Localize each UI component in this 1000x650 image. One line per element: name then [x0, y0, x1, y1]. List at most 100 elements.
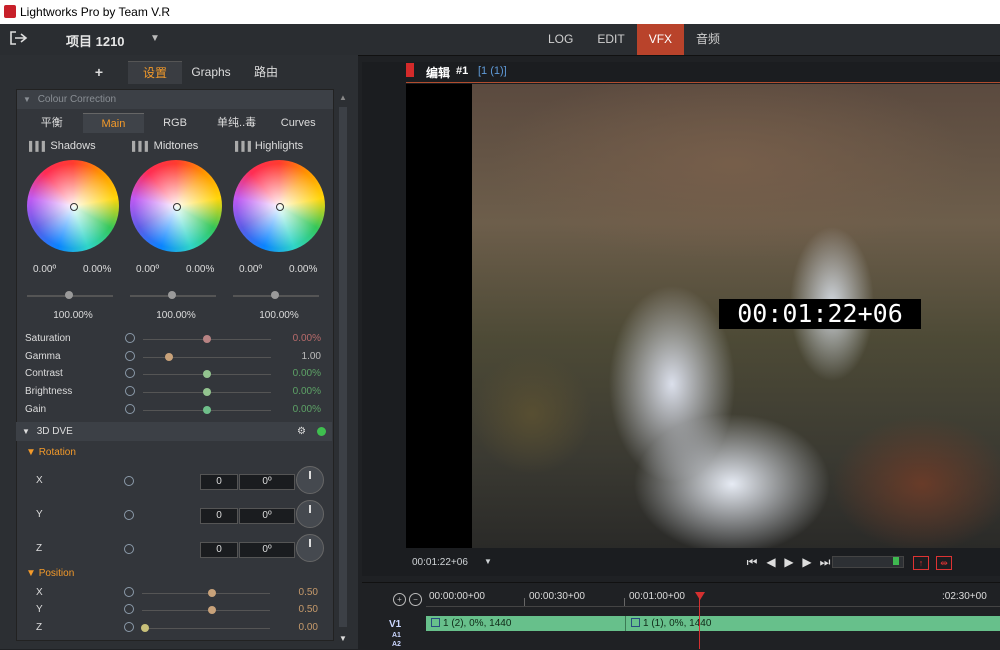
chevron-down-icon[interactable]: ▼ — [150, 33, 160, 44]
gamma-knob[interactable] — [164, 353, 173, 361]
scrollbar-thumb[interactable] — [339, 107, 347, 627]
wheel-handle[interactable] — [70, 203, 78, 211]
rotation-section-label[interactable]: ▼ Rotation — [26, 447, 76, 458]
add-effect-button[interactable]: + — [84, 61, 114, 83]
enable-indicator-icon[interactable] — [317, 427, 326, 436]
zoom-in-icon[interactable]: + — [393, 593, 406, 606]
position-y-knob[interactable] — [208, 606, 217, 614]
reset-icon[interactable] — [125, 386, 135, 396]
play-icon[interactable]: ▶ — [782, 555, 796, 569]
saturation-knob[interactable] — [203, 335, 211, 343]
rotation-x-turns[interactable]: 0 — [200, 474, 238, 490]
scroll-up-icon[interactable]: ▲ — [339, 93, 347, 102]
subtab-curves[interactable]: Curves — [267, 113, 329, 133]
subtab-main[interactable]: Main — [82, 113, 145, 133]
effects-panel: + 设置 Graphs 路由 ▼ Colour Correction 平衡 Ma… — [0, 55, 358, 649]
timeline-clip[interactable]: 1 (1), 0%, 1440 — [626, 616, 1000, 631]
reset-icon[interactable] — [124, 604, 134, 614]
subtab-rgb[interactable]: RGB — [144, 113, 206, 133]
collapse-arrow-icon[interactable]: ▼ — [23, 95, 31, 104]
collapse-arrow-icon[interactable]: ▼ — [22, 427, 30, 436]
timeline-clip[interactable]: 1 (2), 0%, 1440 — [426, 616, 626, 631]
chevron-down-icon[interactable]: ▼ — [484, 557, 492, 566]
wheel-handle[interactable] — [276, 203, 284, 211]
rotation-z-dial[interactable] — [296, 534, 324, 562]
clip-icon — [631, 618, 640, 627]
rotation-z-turns[interactable]: 0 — [200, 542, 238, 558]
dve-header[interactable]: ▼ 3D DVE ⚙ — [16, 422, 332, 441]
playhead-marker-icon[interactable] — [695, 592, 705, 600]
tab-graphs[interactable]: Graphs — [186, 61, 236, 83]
colour-correction-header[interactable]: ▼ Colour Correction — [17, 90, 333, 109]
axis-label: Z — [36, 543, 43, 554]
brightness-knob[interactable] — [203, 388, 211, 396]
reset-icon[interactable] — [125, 368, 135, 378]
project-name[interactable]: 项目 1210 — [66, 31, 125, 50]
timeline-ruler[interactable]: 00:00:00+00 00:00:30+00 00:01:00+00 :02:… — [426, 588, 1000, 607]
scroll-down-icon[interactable]: ▼ — [339, 634, 347, 643]
position-z-knob[interactable] — [140, 624, 149, 632]
position-y-slider[interactable] — [142, 610, 270, 611]
tab-settings[interactable]: 设置 — [128, 61, 182, 84]
highlights-label: Highlights — [254, 140, 304, 152]
go-to-start-icon[interactable]: ⏮ — [745, 555, 759, 569]
rotation-z-degrees[interactable]: 0º — [239, 542, 295, 558]
reset-icon[interactable] — [125, 404, 135, 414]
position-section-label[interactable]: ▼ Position — [26, 568, 74, 579]
reset-icon[interactable] — [125, 351, 135, 361]
reset-icon[interactable] — [124, 587, 134, 597]
keyframe-icon[interactable]: ⚙ — [297, 422, 306, 441]
dve-title: 3D DVE — [36, 426, 73, 437]
saturation-label: Saturation — [25, 333, 71, 344]
position-z-slider[interactable] — [142, 628, 270, 629]
gain-knob[interactable] — [203, 406, 211, 414]
tab-routing[interactable]: 路由 — [244, 61, 288, 83]
tab-log[interactable]: LOG — [536, 24, 585, 55]
position-x-slider[interactable] — [142, 593, 270, 594]
mark-in-icon[interactable]: ↑ — [913, 556, 929, 570]
contrast-knob[interactable] — [203, 370, 211, 378]
rotation-y-turns[interactable]: 0 — [200, 508, 238, 524]
step-forward-icon[interactable]: ▶ — [800, 555, 814, 569]
go-to-end-icon[interactable]: ⏭ — [818, 555, 832, 569]
zoom-out-icon[interactable]: − — [409, 593, 422, 606]
mark-out-icon[interactable]: ⇹ — [936, 556, 952, 570]
playhead[interactable] — [699, 592, 700, 649]
reset-icon[interactable] — [124, 622, 134, 632]
position-x-knob[interactable] — [208, 589, 217, 597]
brightness-row: Brightness 0.00% — [25, 384, 327, 400]
midtones-level-knob[interactable] — [168, 291, 176, 299]
highlights-color-wheel[interactable] — [233, 160, 325, 252]
highlights-level-knob[interactable] — [271, 291, 279, 299]
subtab-balance[interactable]: 平衡 — [21, 113, 83, 133]
wheel-handle[interactable] — [173, 203, 181, 211]
panel-scrollbar[interactable]: ▲ ▼ — [338, 93, 348, 643]
step-back-icon[interactable]: ◀ — [764, 555, 778, 569]
reset-icon[interactable] — [125, 333, 135, 343]
rotation-x-degrees[interactable]: 0º — [239, 474, 295, 490]
position-x-row: X 0.50 — [36, 585, 324, 601]
shadows-level-knob[interactable] — [65, 291, 73, 299]
track-label-a2[interactable]: A2 — [392, 641, 401, 648]
viewer-timecode[interactable]: 00:01:22+06 — [412, 557, 468, 568]
viewer-title: 编辑 — [426, 66, 451, 80]
rotation-y-degrees[interactable]: 0º — [239, 508, 295, 524]
track-label-a1[interactable]: A1 — [392, 632, 401, 639]
reset-icon[interactable] — [124, 544, 134, 554]
reset-icon[interactable] — [124, 476, 134, 486]
rotation-x-dial[interactable] — [296, 466, 324, 494]
midtones-color-wheel[interactable] — [130, 160, 222, 252]
shadows-color-wheel[interactable] — [27, 160, 119, 252]
tab-edit[interactable]: EDIT — [585, 24, 636, 55]
track-label-v1[interactable]: V1 — [389, 619, 401, 630]
axis-label: Y — [36, 509, 43, 520]
highlights-level-value: 100.00% — [259, 310, 299, 321]
tab-audio[interactable]: 音频 — [684, 24, 732, 55]
reset-icon[interactable] — [124, 510, 134, 520]
subtab-hue[interactable]: 单纯..毒 — [206, 113, 268, 133]
tab-vfx[interactable]: VFX — [636, 24, 685, 55]
midtones-hue-value: 0.00º — [136, 264, 160, 275]
rotation-y-dial[interactable] — [296, 500, 324, 528]
exit-icon[interactable] — [8, 30, 28, 48]
gamma-slider[interactable] — [143, 357, 271, 358]
